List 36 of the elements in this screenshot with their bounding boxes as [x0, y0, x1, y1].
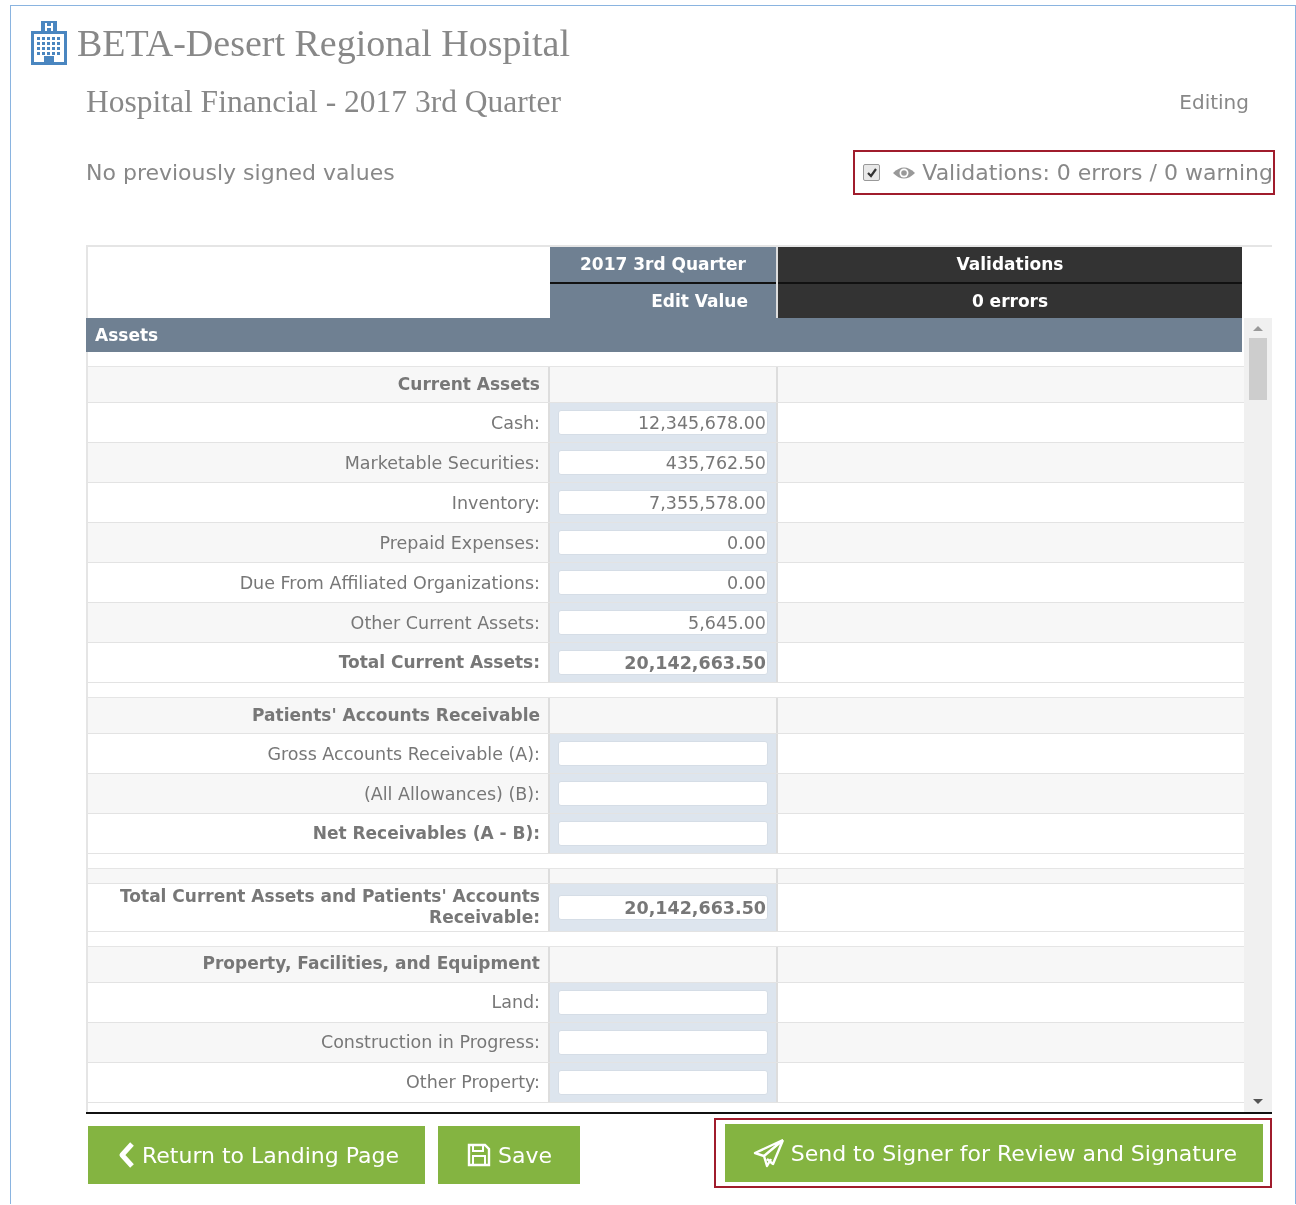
hospital-title: BETA-Desert Regional Hospital	[77, 21, 570, 65]
scroll-up-icon[interactable]	[1252, 324, 1264, 332]
column-subheader: Edit Value	[650, 290, 749, 313]
column-header: Validations	[778, 247, 1242, 284]
value-field[interactable]: 20,142,663.50	[558, 894, 768, 920]
scroll-down-icon[interactable]	[1252, 1098, 1264, 1106]
scroll-thumb[interactable]	[1249, 338, 1267, 400]
column-subheader: 0 errors	[970, 290, 1050, 313]
report-title: Hospital Financial - 2017 3rd Quarter	[86, 84, 561, 120]
value-field[interactable]	[558, 989, 768, 1015]
value-field[interactable]	[558, 821, 768, 846]
mode-label: Editing	[1179, 90, 1250, 114]
value-field[interactable]: 20,142,663.50	[558, 650, 768, 675]
return-button[interactable]: Return to Landing Page	[88, 1126, 425, 1184]
value-field[interactable]: 0.00	[558, 570, 768, 595]
column-header: 2017 3rd Quarter	[550, 247, 776, 284]
send-button[interactable]: Send to Signer for Review and Signature	[724, 1124, 1263, 1182]
value-field[interactable]: 5,645.00	[558, 610, 768, 635]
validations-summary: Validations: 0 errors / 0 warning	[922, 160, 1273, 185]
value-field[interactable]: 7,355,578.00	[558, 490, 768, 515]
scrollbar[interactable]	[1244, 318, 1272, 1112]
value-field[interactable]: 0.00	[558, 530, 768, 555]
chevron-left-icon	[118, 1142, 136, 1168]
value-field[interactable]: 12,345,678.00	[558, 410, 768, 435]
value-field[interactable]: 435,762.50	[558, 450, 768, 475]
value-field[interactable]	[558, 741, 768, 766]
hospital-building-icon	[29, 20, 69, 66]
group-heading: Property, Facilities, and Equipment	[88, 946, 550, 982]
save-button[interactable]: Save	[438, 1126, 580, 1184]
value-field[interactable]	[558, 1029, 768, 1055]
value-field[interactable]	[558, 1069, 768, 1095]
signed-note: No previously signed values	[86, 160, 395, 185]
validations-checkbox[interactable]	[863, 164, 881, 181]
paper-plane-icon	[752, 1138, 785, 1168]
section-header: Assets	[86, 318, 1242, 352]
value-field[interactable]	[558, 781, 768, 806]
